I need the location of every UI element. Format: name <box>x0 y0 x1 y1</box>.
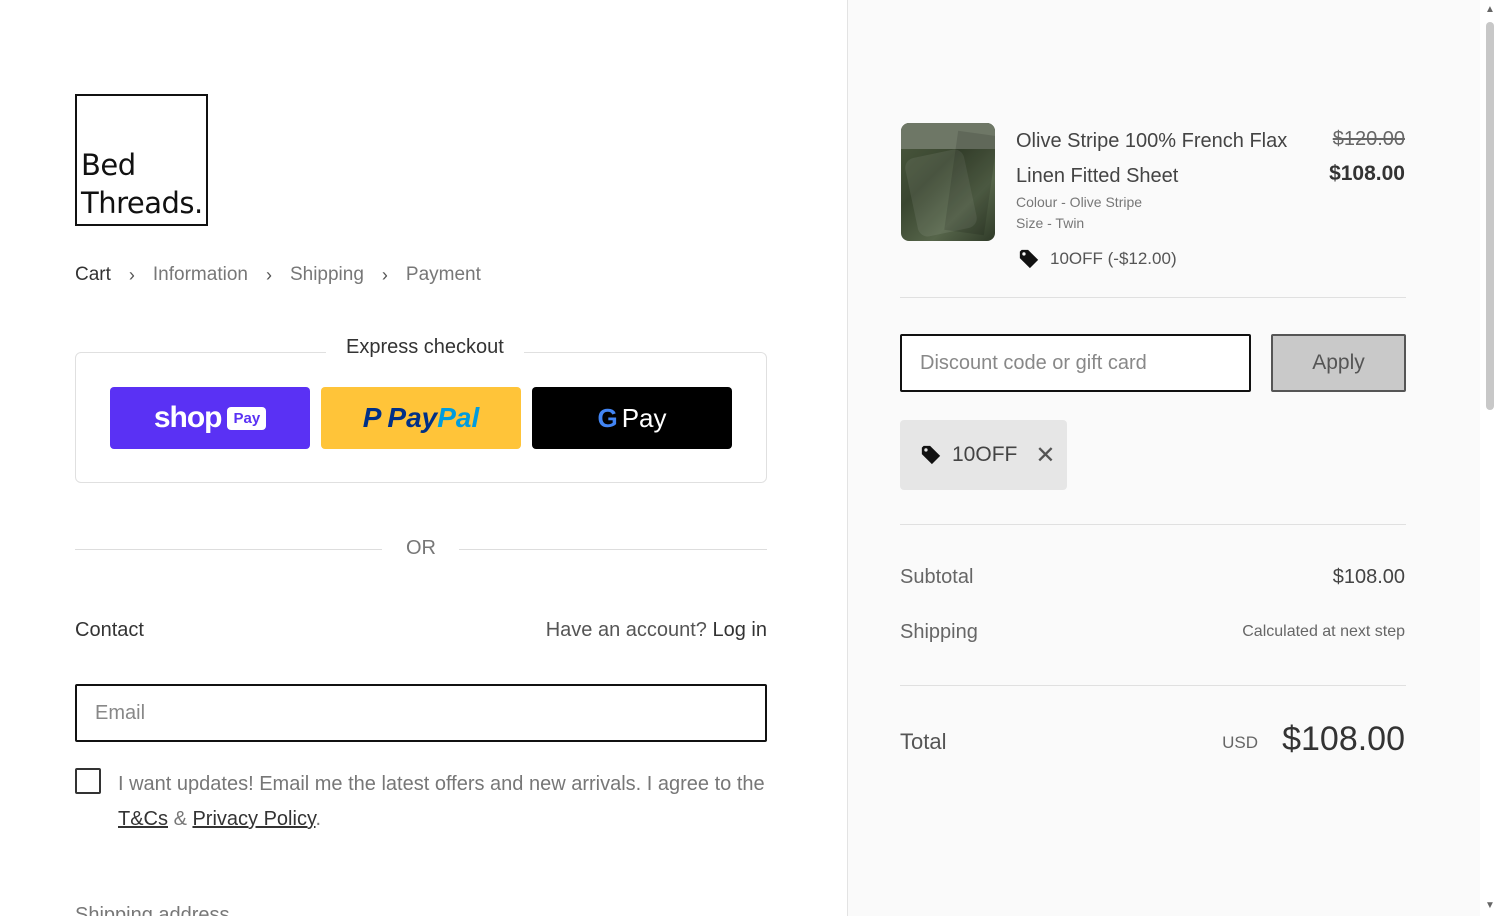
scroll-down-icon[interactable]: ▼ <box>1484 900 1496 912</box>
page-scrollbar[interactable]: ▲ ▼ <box>1480 0 1500 916</box>
discount-code-input[interactable] <box>900 334 1251 392</box>
login-link[interactable]: Log in <box>713 619 768 641</box>
google-pay-button[interactable]: G Pay <box>532 387 732 449</box>
product-size: Size - Twin <box>1016 215 1085 231</box>
brand-logo[interactable]: Bed Threads. <box>75 94 208 226</box>
shipping-label: Shipping <box>900 621 978 643</box>
scroll-up-icon[interactable]: ▲ <box>1484 4 1496 16</box>
breadcrumb-information: Information <box>152 264 248 285</box>
apply-discount-button[interactable]: Apply <box>1271 334 1406 392</box>
tag-icon <box>1019 249 1039 269</box>
applied-discount-chip: 10OFF ✕ <box>900 420 1067 490</box>
marketing-consent-label: I want updates! Email me the latest offe… <box>118 767 768 837</box>
paypal-icon: P <box>362 402 382 433</box>
subtotal-value: $108.00 <box>1332 566 1405 588</box>
shop-pay-word: shop <box>153 401 223 434</box>
tag-icon <box>921 445 941 465</box>
subtotal-label: Subtotal <box>900 566 974 588</box>
paypal-word-pay: Pay <box>387 402 438 433</box>
email-input[interactable] <box>75 684 767 742</box>
order-summary: Olive Stripe 100% French Flax Linen Fitt… <box>847 0 1480 916</box>
checkout-main: Bed Threads. Cart › Information › Shippi… <box>0 0 847 916</box>
summary-divider <box>900 524 1406 525</box>
product-original-price: $120.00 <box>1332 128 1405 150</box>
marketing-consent-checkbox[interactable] <box>75 768 101 794</box>
breadcrumb-shipping: Shipping <box>289 264 364 285</box>
breadcrumb: Cart › Information › Shipping › Payment <box>75 264 481 286</box>
summary-divider <box>900 685 1406 686</box>
chevron-right-icon: › <box>265 264 272 285</box>
scrollbar-thumb[interactable] <box>1486 22 1494 410</box>
or-divider-text: OR <box>406 537 436 559</box>
consent-amp: & <box>173 808 187 830</box>
chevron-right-icon: › <box>128 264 135 285</box>
account-prompt-text: Have an account? <box>545 619 707 641</box>
privacy-policy-link[interactable]: Privacy Policy <box>192 808 315 830</box>
breadcrumb-payment: Payment <box>405 264 481 285</box>
close-icon[interactable]: ✕ <box>1035 441 1055 470</box>
google-pay-word: Pay <box>621 402 667 433</box>
product-discount: 10OFF (-$12.00) <box>1018 248 1177 270</box>
logo-line-2: Threads. <box>81 186 203 220</box>
divider-left <box>75 549 382 550</box>
shop-pay-button[interactable]: shop Pay <box>110 387 310 449</box>
product-colour: Colour - Olive Stripe <box>1016 194 1143 210</box>
paypal-word-pal: Pal <box>437 402 480 433</box>
shop-pay-tag: Pay <box>227 406 267 430</box>
summary-divider <box>900 297 1406 298</box>
product-title: Olive Stripe 100% French Flax Linen Fitt… <box>1016 130 1288 187</box>
divider-right <box>459 549 767 550</box>
total-value: $108.00 <box>1282 720 1405 758</box>
consent-period: . <box>315 808 322 830</box>
shipping-value: Calculated at next step <box>1242 623 1405 640</box>
total-label: Total <box>900 729 947 754</box>
account-prompt: Have an account? Log in <box>546 619 767 642</box>
product-price: $108.00 <box>1329 162 1405 185</box>
google-g-icon: G <box>597 402 618 433</box>
paypal-button[interactable]: P Pay Pal <box>321 387 521 449</box>
express-checkout-title: Express checkout <box>326 336 524 359</box>
express-checkout: Express checkout shop Pay P Pay Pal G Pay <box>75 336 767 483</box>
total-currency: USD <box>1222 733 1258 752</box>
applied-discount-code: 10OFF <box>952 443 1018 466</box>
logo-line-1: Bed <box>81 148 136 182</box>
contact-heading: Contact <box>75 619 144 641</box>
consent-text: I want updates! Email me the latest offe… <box>118 773 765 795</box>
tcs-link[interactable]: T&Cs <box>118 808 168 830</box>
product-discount-text: 10OFF (-$12.00) <box>1050 249 1177 268</box>
breadcrumb-cart[interactable]: Cart <box>75 264 111 286</box>
chevron-right-icon: › <box>381 264 388 285</box>
shipping-address-heading: Shipping address <box>75 904 230 916</box>
product-thumbnail <box>901 123 995 241</box>
